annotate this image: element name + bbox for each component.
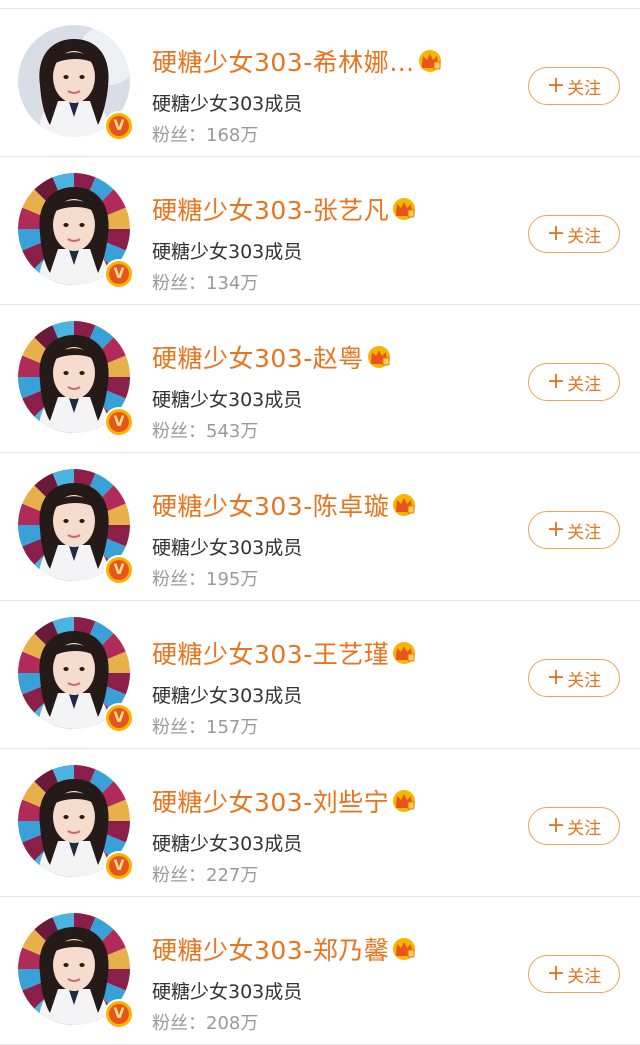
user-row[interactable]: V 硬糖少女303-王艺瑾 硬糖少女303成员 粉丝：157万 + 关注 xyxy=(0,601,640,749)
fans-count: 粉丝：157万 xyxy=(152,713,258,739)
fans-value: 168万 xyxy=(206,125,259,146)
verified-badge-icon: V xyxy=(104,259,134,289)
follow-button-label: 关注 xyxy=(567,374,602,395)
verified-badge-label: V xyxy=(109,116,129,136)
plus-icon: + xyxy=(546,73,566,98)
fans-value: 157万 xyxy=(206,717,259,738)
fans-label: 粉丝： xyxy=(152,717,206,738)
user-name[interactable]: 硬糖少女303-王艺瑾 xyxy=(152,635,389,671)
plus-icon: + xyxy=(546,221,566,246)
follow-button[interactable]: + 关注 xyxy=(528,215,620,253)
user-name[interactable]: 硬糖少女303-希林娜… xyxy=(152,43,415,79)
plus-icon: + xyxy=(546,665,566,690)
verified-badge-label: V xyxy=(109,708,129,728)
user-row[interactable]: V 硬糖少女303-陈卓璇 硬糖少女303成员 粉丝：195万 + 关注 xyxy=(0,453,640,601)
fans-label: 粉丝： xyxy=(152,1013,206,1034)
avatar-container[interactable]: V xyxy=(18,913,134,1029)
user-description: 硬糖少女303成员 xyxy=(152,981,303,1003)
user-name[interactable]: 硬糖少女303-郑乃馨 xyxy=(152,931,389,967)
user-description: 硬糖少女303成员 xyxy=(152,685,303,707)
user-name-line[interactable]: 硬糖少女303-希林娜… xyxy=(152,43,443,79)
fans-count: 粉丝：195万 xyxy=(152,565,258,591)
fans-count: 粉丝：208万 xyxy=(152,1009,258,1035)
follow-button[interactable]: + 关注 xyxy=(528,807,620,845)
user-name-line[interactable]: 硬糖少女303-王艺瑾 xyxy=(152,635,417,671)
avatar-container[interactable]: V xyxy=(18,765,134,881)
verified-badge-label: V xyxy=(109,412,129,432)
user-name-line[interactable]: 硬糖少女303-赵粤 xyxy=(152,339,392,375)
plus-icon: + xyxy=(546,369,566,394)
user-name-line[interactable]: 硬糖少女303-张艺凡 xyxy=(152,191,417,227)
vip-crown-icon xyxy=(391,197,417,221)
verified-badge-icon: V xyxy=(104,111,134,141)
user-name-line[interactable]: 硬糖少女303-郑乃馨 xyxy=(152,931,417,967)
vip-crown-icon xyxy=(391,937,417,961)
avatar-container[interactable]: V xyxy=(18,617,134,733)
fans-label: 粉丝： xyxy=(152,273,206,294)
user-name-line[interactable]: 硬糖少女303-陈卓璇 xyxy=(152,487,417,523)
user-name[interactable]: 硬糖少女303-赵粤 xyxy=(152,339,364,375)
verified-badge-label: V xyxy=(109,1004,129,1024)
fans-count: 粉丝：227万 xyxy=(152,861,258,887)
plus-icon: + xyxy=(546,961,566,986)
vip-crown-icon xyxy=(391,493,417,517)
fans-value: 227万 xyxy=(206,865,259,886)
verified-badge-icon: V xyxy=(104,703,134,733)
fans-label: 粉丝： xyxy=(152,569,206,590)
verified-badge-icon: V xyxy=(104,407,134,437)
follow-button-label: 关注 xyxy=(567,522,602,543)
fans-label: 粉丝： xyxy=(152,125,206,146)
user-name[interactable]: 硬糖少女303-刘些宁 xyxy=(152,783,389,819)
follow-button-label: 关注 xyxy=(567,226,602,247)
avatar-container[interactable]: V xyxy=(18,321,134,437)
user-search-results-list: V 硬糖少女303-希林娜… 硬糖少女303成员 粉丝：168万 + 关注 V … xyxy=(0,0,640,1045)
user-row[interactable]: V 硬糖少女303-刘些宁 硬糖少女303成员 粉丝：227万 + 关注 xyxy=(0,749,640,897)
follow-button[interactable]: + 关注 xyxy=(528,67,620,105)
follow-button-label: 关注 xyxy=(567,818,602,839)
verified-badge-label: V xyxy=(109,856,129,876)
follow-button[interactable]: + 关注 xyxy=(528,659,620,697)
follow-button-label: 关注 xyxy=(567,78,602,99)
verified-badge-icon: V xyxy=(104,555,134,585)
fans-label: 粉丝： xyxy=(152,865,206,886)
avatar-container[interactable]: V xyxy=(18,173,134,289)
verified-badge-icon: V xyxy=(104,851,134,881)
fans-value: 195万 xyxy=(206,569,259,590)
user-description: 硬糖少女303成员 xyxy=(152,93,303,115)
user-row[interactable]: V 硬糖少女303-赵粤 硬糖少女303成员 粉丝：543万 + 关注 xyxy=(0,305,640,453)
fans-count: 粉丝：134万 xyxy=(152,269,258,295)
follow-button-label: 关注 xyxy=(567,670,602,691)
plus-icon: + xyxy=(546,813,566,838)
follow-button[interactable]: + 关注 xyxy=(528,955,620,993)
avatar-container[interactable]: V xyxy=(18,25,134,141)
vip-crown-icon xyxy=(366,345,392,369)
fans-count: 粉丝：543万 xyxy=(152,417,258,443)
user-name-line[interactable]: 硬糖少女303-刘些宁 xyxy=(152,783,417,819)
verified-badge-label: V xyxy=(109,264,129,284)
fans-label: 粉丝： xyxy=(152,421,206,442)
follow-button[interactable]: + 关注 xyxy=(528,363,620,401)
fans-value: 543万 xyxy=(206,421,259,442)
fans-value: 208万 xyxy=(206,1013,259,1034)
user-description: 硬糖少女303成员 xyxy=(152,389,303,411)
user-row[interactable]: V 硬糖少女303-郑乃馨 硬糖少女303成员 粉丝：208万 + 关注 xyxy=(0,897,640,1045)
vip-crown-icon xyxy=(391,789,417,813)
verified-badge-label: V xyxy=(109,560,129,580)
vip-crown-icon xyxy=(391,641,417,665)
vip-crown-icon xyxy=(417,49,443,73)
follow-button[interactable]: + 关注 xyxy=(528,511,620,549)
user-description: 硬糖少女303成员 xyxy=(152,833,303,855)
fans-count: 粉丝：168万 xyxy=(152,121,258,147)
verified-badge-icon: V xyxy=(104,999,134,1029)
avatar-container[interactable]: V xyxy=(18,469,134,585)
fans-value: 134万 xyxy=(206,273,259,294)
follow-button-label: 关注 xyxy=(567,966,602,987)
user-row[interactable]: V 硬糖少女303-张艺凡 硬糖少女303成员 粉丝：134万 + 关注 xyxy=(0,157,640,305)
user-description: 硬糖少女303成员 xyxy=(152,537,303,559)
user-row[interactable]: V 硬糖少女303-希林娜… 硬糖少女303成员 粉丝：168万 + 关注 xyxy=(0,9,640,157)
user-name[interactable]: 硬糖少女303-张艺凡 xyxy=(152,191,389,227)
plus-icon: + xyxy=(546,517,566,542)
user-name[interactable]: 硬糖少女303-陈卓璇 xyxy=(152,487,389,523)
user-description: 硬糖少女303成员 xyxy=(152,241,303,263)
